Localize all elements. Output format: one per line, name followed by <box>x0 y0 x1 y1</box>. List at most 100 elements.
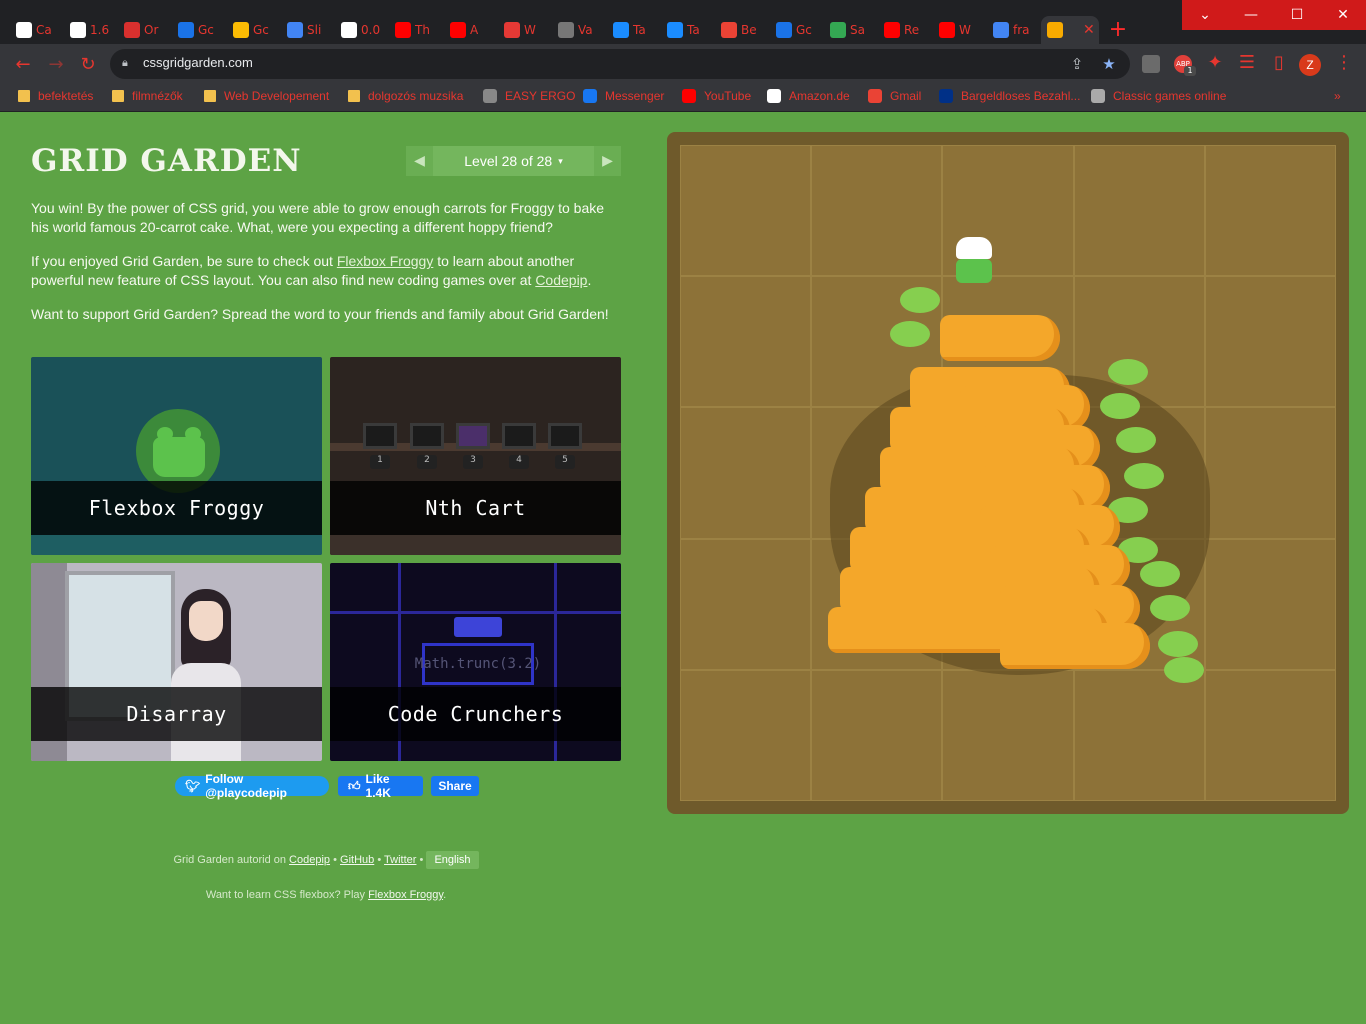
card-label: Flexbox Froggy <box>31 481 322 535</box>
bookmark-item[interactable]: Amazon.de <box>767 89 850 103</box>
bookmark-item[interactable]: dolgozós muzsika <box>348 89 463 103</box>
browser-tab[interactable]: Ta <box>661 16 715 44</box>
facebook-like-button[interactable]: 👍︎ Like 1.4K <box>338 772 423 800</box>
flexbox-froggy-link[interactable]: Flexbox Froggy <box>337 253 433 269</box>
flexbox-footer: Want to learn CSS flexbox? Play Flexbox … <box>0 889 652 901</box>
site-favicon-icon <box>1091 89 1105 103</box>
codepip-link[interactable]: Codepip <box>535 272 587 288</box>
nth-cart-card[interactable]: 1 2 3 4 5 Nth Cart <box>330 357 621 555</box>
menu-kebab-icon[interactable]: ⋮ <box>1333 52 1355 74</box>
tab-favicon-icon <box>776 22 792 38</box>
bookmark-label: dolgozós muzsika <box>368 89 464 103</box>
tab-search-button[interactable]: ⌄ <box>1182 0 1228 30</box>
flexbox-prefix: Want to learn CSS flexbox? Play <box>205 889 369 901</box>
browser-tab[interactable]: A <box>444 16 498 44</box>
browser-tab[interactable]: 1.6 <box>64 16 118 44</box>
language-selector[interactable]: English <box>426 851 479 869</box>
lock-icon: 🔒︎ <box>122 56 128 69</box>
bookmark-star-icon[interactable]: ★ <box>1100 55 1118 73</box>
browser-tab[interactable]: Ta <box>607 16 661 44</box>
tab-close-icon[interactable]: ✕ <box>1083 22 1095 38</box>
support-paragraph: Want to support Grid Garden? Spread the … <box>31 306 609 322</box>
bookmark-label: filmnézők <box>132 89 183 103</box>
reload-icon[interactable]: ↻ <box>77 54 99 76</box>
bookmark-item[interactable]: Classic games online <box>1091 89 1226 103</box>
browser-tab[interactable]: Sa <box>824 16 878 44</box>
reading-list-icon[interactable]: ☰ <box>1236 52 1258 74</box>
bookmark-item[interactable]: Messenger <box>583 89 664 103</box>
browser-tab[interactable]: Gc <box>172 16 226 44</box>
bookmark-item[interactable]: YouTube <box>682 89 751 103</box>
bookmark-item[interactable]: EASY ERGO <box>483 89 575 103</box>
bookmark-item[interactable]: Web Developement <box>204 89 329 103</box>
garden-cell <box>1204 407 1336 539</box>
bookmark-item[interactable]: befektetés <box>18 89 93 103</box>
adblock-count-badge: 1 <box>1184 66 1196 76</box>
profile-avatar[interactable]: Z <box>1299 54 1321 76</box>
cart-number: 5 <box>555 455 575 469</box>
maximize-button[interactable]: ☐ <box>1274 0 1320 30</box>
facebook-like-label: Like 1.4K <box>365 772 391 800</box>
side-panel-icon[interactable]: ▯ <box>1268 52 1290 74</box>
footer-flexbox-link[interactable]: Flexbox Froggy <box>368 889 443 901</box>
browser-tab[interactable]: 0.0 <box>335 16 389 44</box>
browser-tab[interactable]: Ca <box>10 16 64 44</box>
cart-image <box>548 423 582 449</box>
browser-tab[interactable]: Be <box>715 16 769 44</box>
grid-garden-page: GRID GARDEN ◀ Level 28 of 28 ▾ ▶ You win… <box>0 113 1366 1024</box>
flexbox-froggy-card[interactable]: Flexbox Froggy <box>31 357 322 555</box>
browser-tab[interactable]: Or <box>118 16 172 44</box>
tab-favicon-icon <box>504 22 520 38</box>
code-crunchers-card[interactable]: Math.trunc(3.2) Code Crunchers <box>330 563 621 761</box>
tab-favicon-icon <box>1047 22 1063 38</box>
browser-tab[interactable]: Sli <box>281 16 335 44</box>
tab-title: Gc <box>253 23 269 37</box>
disarray-card[interactable]: Disarray <box>31 563 322 761</box>
tab-favicon-icon <box>884 22 900 38</box>
facebook-share-button[interactable]: Share <box>431 776 479 796</box>
browser-tab[interactable]: W <box>498 16 552 44</box>
share-icon[interactable]: ⇪ <box>1068 55 1086 73</box>
browser-tab[interactable]: ✕ <box>1041 16 1099 44</box>
browser-tab[interactable]: Th <box>389 16 443 44</box>
extensions-puzzle-icon[interactable]: ✦ <box>1204 52 1226 74</box>
browser-tab[interactable]: Gc <box>227 16 281 44</box>
forward-arrow-icon[interactable]: → <box>45 54 67 76</box>
minimize-button[interactable]: — <box>1228 0 1274 30</box>
carrot-leaf-image <box>890 321 930 347</box>
address-bar[interactable]: 🔒︎ cssgridgarden.com ⇪ ★ <box>110 49 1130 79</box>
garden-cell <box>1204 276 1336 408</box>
browser-tab[interactable]: Va <box>552 16 606 44</box>
footer-github-link[interactable]: GitHub <box>340 854 374 866</box>
bookmark-label: Classic games online <box>1113 89 1227 103</box>
next-level-arrow-icon[interactable]: ▶ <box>594 146 621 176</box>
bookmark-label: Web Developement <box>224 89 330 103</box>
new-tab-button[interactable]: + <box>1107 19 1129 42</box>
twitter-follow-button[interactable]: 🐦︎ Follow @playcodepip <box>175 772 329 800</box>
garden-cell <box>1204 538 1336 670</box>
browser-tab[interactable]: Gc <box>770 16 824 44</box>
browser-tab[interactable]: Re <box>878 16 932 44</box>
browser-tab[interactable]: W <box>933 16 987 44</box>
footer-codepip-link[interactable]: Codepip <box>289 854 330 866</box>
back-arrow-icon[interactable]: ← <box>12 54 34 76</box>
bookmark-label: Messenger <box>605 89 665 103</box>
close-window-button[interactable]: ✕ <box>1320 0 1366 30</box>
bookmark-label: befektetés <box>38 89 94 103</box>
browser-tab[interactable]: fra <box>987 16 1041 44</box>
level-dropdown[interactable]: Level 28 of 28 ▾ <box>433 146 594 176</box>
cart-image <box>502 423 536 449</box>
bookmark-item[interactable]: filmnézők <box>112 89 183 103</box>
previous-level-arrow-icon[interactable]: ◀ <box>406 146 433 176</box>
bookmark-item[interactable]: Gmail <box>868 89 921 103</box>
carrot-leaf-image <box>1124 463 1164 489</box>
card-footer-strip <box>31 535 322 555</box>
bookmark-item[interactable]: Bargeldloses Bezahl... <box>939 89 1080 103</box>
url-text[interactable]: cssgridgarden.com <box>143 55 253 70</box>
footer-twitter-link[interactable]: Twitter <box>384 854 416 866</box>
twitter-follow-label: Follow @playcodepip <box>205 772 287 800</box>
browser-toolbar: ← → ↻ 🔒︎ cssgridgarden.com ⇪ ★ ABP 1 ✦ ☰… <box>0 44 1366 84</box>
facebook-extension-icon[interactable] <box>1142 55 1160 73</box>
more-bookmarks-chevron-icon[interactable]: » <box>1334 89 1341 103</box>
garden-cell <box>680 538 812 670</box>
